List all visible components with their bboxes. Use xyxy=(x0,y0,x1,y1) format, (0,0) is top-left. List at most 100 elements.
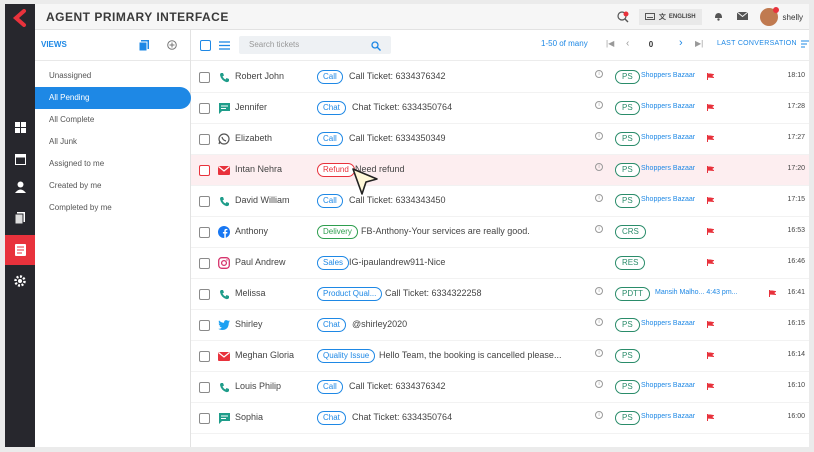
email-icon xyxy=(217,349,231,363)
view-created-by-me[interactable]: Created by me xyxy=(35,175,191,197)
add-view-icon[interactable] xyxy=(167,40,177,52)
email-icon xyxy=(217,163,231,177)
info-icon[interactable]: i xyxy=(595,349,603,357)
notification-alert-icon[interactable] xyxy=(617,11,629,23)
row-checkbox[interactable] xyxy=(199,382,210,393)
documents-icon[interactable] xyxy=(5,207,35,229)
last-page-icon[interactable]: ▶| xyxy=(695,39,703,48)
view-all-pending[interactable]: All Pending xyxy=(35,87,191,109)
flag-icon[interactable] xyxy=(707,382,716,390)
flag-icon[interactable] xyxy=(707,134,716,142)
facebook-icon xyxy=(217,225,231,239)
ticket-row[interactable]: Paul Andrew Sales IG-ipaulandrew911-Nice… xyxy=(191,248,809,279)
calendar-icon[interactable] xyxy=(5,148,35,170)
flag-icon[interactable] xyxy=(769,289,778,297)
next-page-icon[interactable]: › xyxy=(679,37,683,49)
ticket-row[interactable]: Robert John Call Call Ticket: 6334376342… xyxy=(191,62,809,93)
category-tag: Chat xyxy=(317,101,346,115)
view-unassigned[interactable]: Unassigned xyxy=(35,65,191,87)
row-checkbox[interactable] xyxy=(199,72,210,83)
search-input[interactable]: Search tickets xyxy=(239,36,391,54)
ticket-time: 16:00 xyxy=(787,413,805,420)
store-name: Shoppers Bazaar xyxy=(641,320,696,327)
view-assigned-to-me[interactable]: Assigned to me xyxy=(35,153,191,175)
priority-tag: PS xyxy=(615,70,640,84)
contact-name: Louis Philip xyxy=(235,381,282,391)
ticket-row[interactable]: Melissa Product Qual... Call Ticket: 633… xyxy=(191,279,809,310)
row-checkbox[interactable] xyxy=(199,289,210,300)
folder-icon[interactable] xyxy=(138,40,149,53)
language-selector[interactable]: 文 ENGLISH xyxy=(638,9,702,25)
flag-icon[interactable] xyxy=(707,258,716,266)
flag-icon[interactable] xyxy=(707,165,716,173)
page-number-input[interactable]: 0 xyxy=(637,37,665,53)
avatar[interactable] xyxy=(759,7,779,26)
info-icon[interactable]: i xyxy=(595,380,603,388)
info-icon[interactable]: i xyxy=(595,101,603,109)
info-icon[interactable]: i xyxy=(595,70,603,78)
flag-icon[interactable] xyxy=(707,320,716,328)
ticket-time: 16:46 xyxy=(787,258,805,265)
ticket-row[interactable]: David William Call Call Ticket: 63343434… xyxy=(191,186,809,217)
first-page-icon[interactable]: |◀ xyxy=(606,39,614,48)
contact-name: David William xyxy=(235,195,290,205)
store-name: Shoppers Bazaar xyxy=(641,165,696,172)
tickets-icon[interactable] xyxy=(5,235,35,265)
info-icon[interactable]: i xyxy=(595,411,603,419)
ticket-row-selected[interactable]: Intan Nehra Refund Need refund i PS Shop… xyxy=(191,155,809,186)
mail-icon[interactable] xyxy=(736,11,748,22)
flag-icon[interactable] xyxy=(707,351,716,359)
bell-icon[interactable] xyxy=(714,11,723,23)
sort-icon[interactable] xyxy=(801,40,809,50)
info-icon[interactable]: i xyxy=(595,194,603,202)
row-checkbox[interactable] xyxy=(199,103,210,114)
search-icon[interactable] xyxy=(371,41,381,53)
info-icon[interactable]: i xyxy=(595,132,603,140)
sort-dropdown[interactable]: LAST CONVERSATION xyxy=(717,40,797,47)
row-checkbox[interactable] xyxy=(199,165,210,176)
row-checkbox[interactable] xyxy=(199,351,210,362)
user-icon[interactable] xyxy=(5,176,35,198)
ticket-row[interactable]: Louis Philip Call Call Ticket: 633437634… xyxy=(191,372,809,403)
flag-icon[interactable] xyxy=(707,227,716,235)
view-completed-by-me[interactable]: Completed by me xyxy=(35,197,191,219)
ticket-row[interactable]: Shirley Chat @shirley2020 i PS Shoppers … xyxy=(191,310,809,341)
row-checkbox[interactable] xyxy=(199,134,210,145)
flag-icon[interactable] xyxy=(707,413,716,421)
view-all-complete[interactable]: All Complete xyxy=(35,109,191,131)
dashboard-icon[interactable] xyxy=(5,116,35,138)
row-checkbox[interactable] xyxy=(199,196,210,207)
ticket-time: 16:41 xyxy=(787,289,805,296)
view-all-junk[interactable]: All Junk xyxy=(35,131,191,153)
list-view-icon[interactable] xyxy=(219,41,230,52)
ticket-row[interactable]: Meghan Gloria Quality Issue Hello Team, … xyxy=(191,341,809,372)
settings-icon[interactable] xyxy=(5,270,35,292)
ticket-row[interactable]: Jennifer Chat Chat Ticket: 6334350764 i … xyxy=(191,93,809,124)
contact-name: Jennifer xyxy=(235,102,268,112)
category-tag: Product Qual... xyxy=(317,287,383,301)
ticket-row[interactable]: Anthony Delivery FB-Anthony-Your service… xyxy=(191,217,809,248)
info-icon[interactable]: i xyxy=(595,318,603,326)
instagram-icon xyxy=(217,256,231,270)
ticket-row[interactable]: Elizabeth Call Call Ticket: 6334350349 i… xyxy=(191,124,809,155)
ticket-subject: Chat Ticket: 6334350764 xyxy=(352,102,453,112)
info-icon[interactable]: i xyxy=(595,225,603,233)
priority-tag: RES xyxy=(615,256,646,270)
ticket-row[interactable]: Sophia Chat Chat Ticket: 6334350764 i PS… xyxy=(191,403,809,434)
store-name: Mansih Malho... 4:43 pm... xyxy=(655,289,738,296)
top-bar: AGENT PRIMARY INTERFACE 文 ENGLISH shelly xyxy=(35,4,809,30)
row-checkbox[interactable] xyxy=(199,258,210,269)
flag-icon[interactable] xyxy=(707,196,716,204)
info-icon[interactable]: i xyxy=(595,287,603,295)
row-checkbox[interactable] xyxy=(199,227,210,238)
call-icon xyxy=(217,380,231,394)
flag-icon[interactable] xyxy=(707,103,716,111)
row-checkbox[interactable] xyxy=(199,413,210,424)
ticket-subject: Call Ticket: 6334350349 xyxy=(349,133,446,143)
select-all-checkbox[interactable] xyxy=(200,40,211,51)
flag-icon[interactable] xyxy=(707,72,716,80)
row-checkbox[interactable] xyxy=(199,320,210,331)
info-icon[interactable]: i xyxy=(595,163,603,171)
ticket-subject: Call Ticket: 6334376342 xyxy=(349,381,446,391)
prev-page-icon[interactable]: ‹ xyxy=(626,38,629,49)
